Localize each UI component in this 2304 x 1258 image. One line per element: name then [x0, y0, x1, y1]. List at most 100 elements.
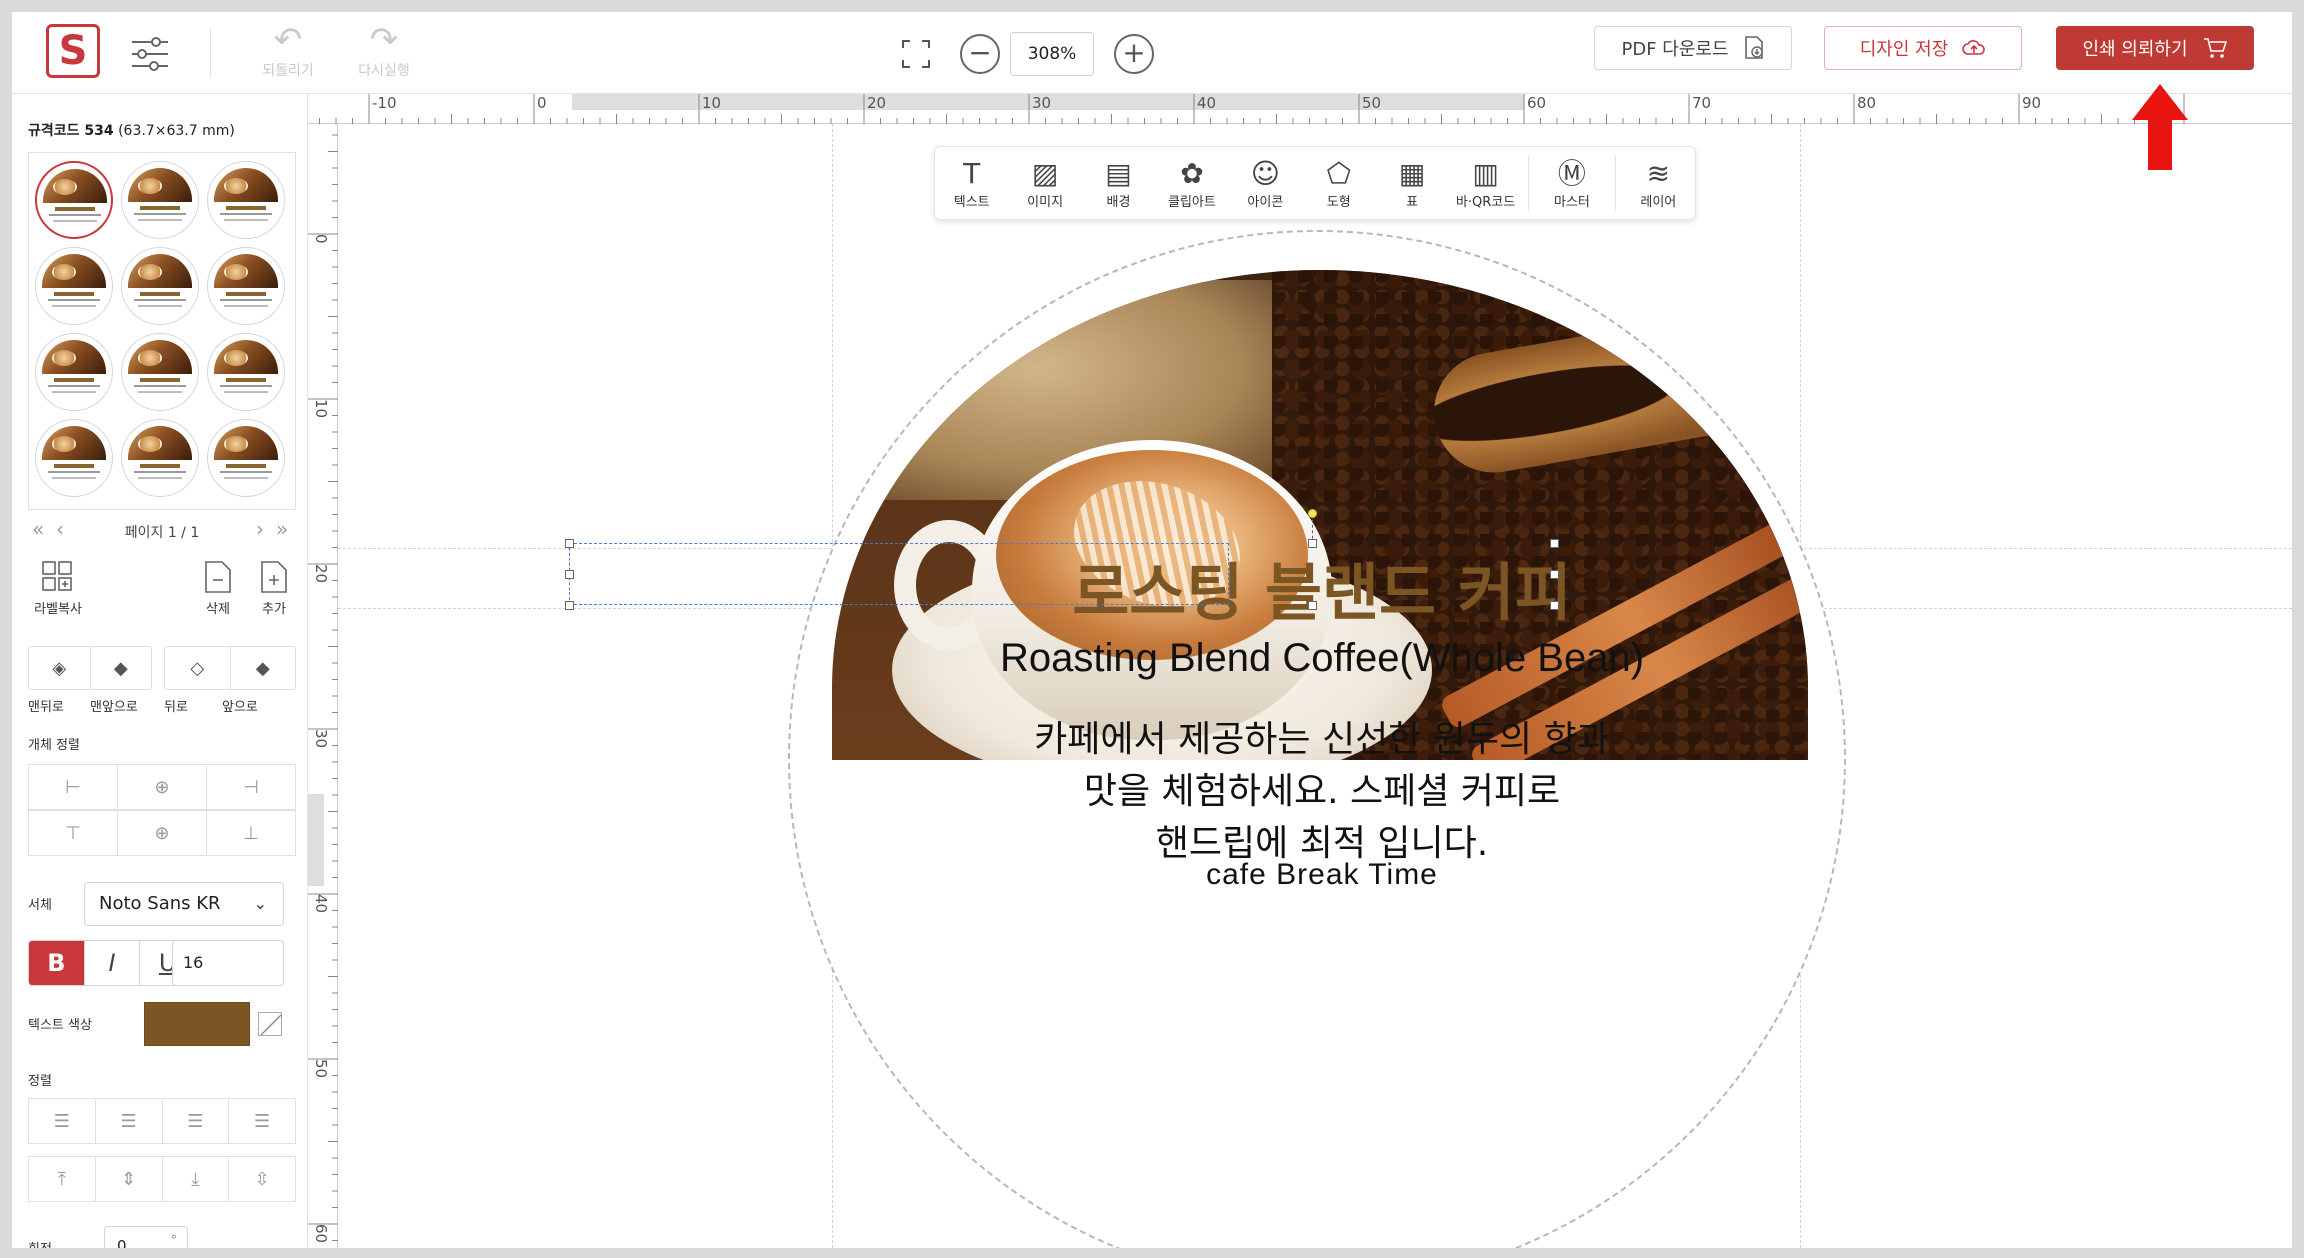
italic-button[interactable]: I [85, 941, 141, 985]
text-align-left-icon[interactable]: ☰ [29, 1099, 96, 1143]
arrange-group-step: ◇ ◆ [164, 646, 296, 690]
resize-handle[interactable] [1308, 539, 1317, 548]
sheet-label-thumbnail[interactable] [207, 419, 285, 497]
sheet-label-thumbnail[interactable] [121, 419, 199, 497]
image-icon: ▨ [1031, 157, 1059, 190]
zoom-out-button[interactable]: − [960, 34, 1000, 74]
send-to-back-icon[interactable]: ◈ [29, 647, 91, 689]
valign-bottom-icon[interactable]: ⤓ [163, 1157, 230, 1201]
selection-box [569, 543, 1229, 605]
next-page-icon[interactable]: › [256, 518, 264, 540]
resize-handle[interactable] [1550, 539, 1559, 548]
text-align-center-icon[interactable]: ☰ [96, 1099, 163, 1143]
sheet-label-thumbnail[interactable] [35, 333, 113, 411]
save-design-button[interactable]: 디자인 저장 [1824, 26, 2022, 70]
send-backward-label: 뒤로 [164, 700, 188, 715]
delete-label: 삭제 [206, 602, 230, 617]
object-align-row-2: ⊤ ⊕ ⊥ [28, 810, 296, 856]
align-left-icon[interactable]: ⊢ [29, 765, 118, 809]
ruler-tick-label: 70 [1692, 94, 1711, 112]
object-align-row-1: ⊢ ⊕ ⊣ [28, 764, 296, 810]
align-middle-v-icon[interactable]: ⊕ [118, 811, 207, 855]
no-color-icon[interactable] [258, 1012, 282, 1036]
delete-page-button[interactable]: 삭제 [194, 560, 242, 617]
align-center-h-icon[interactable]: ⊕ [118, 765, 207, 809]
valign-stretch-icon[interactable]: ⇳ [229, 1157, 295, 1201]
bring-forward-icon[interactable]: ◆ [231, 647, 296, 689]
valign-top-icon[interactable]: ⤒ [29, 1157, 96, 1201]
ruler-tick-label: 30 [312, 729, 330, 748]
sheet-label-thumbnail[interactable] [207, 247, 285, 325]
sheet-label-thumbnail[interactable] [207, 161, 285, 239]
resize-handle[interactable] [1308, 601, 1317, 610]
top-toolbar: S ↶ 되돌리기 ↷ 다시실행 − 308% + PDF 다운로드 디자인 저장… [12, 12, 2292, 94]
label-subtitle-text[interactable]: Roasting Blend Coffee(Whole Bean) [892, 634, 1752, 682]
label-brand-text[interactable]: cafe Break Time [892, 858, 1752, 892]
ruler-tick-label: 10 [702, 94, 721, 112]
sheet-label-thumbnail[interactable] [35, 161, 113, 239]
cart-icon [2203, 38, 2227, 58]
bold-button[interactable]: B [29, 941, 85, 985]
master-button[interactable]: Ⓜ 마스터 [1535, 147, 1608, 219]
app-logo[interactable]: S [46, 24, 100, 78]
pdf-download-button[interactable]: PDF 다운로드 [1594, 26, 1792, 70]
delete-page-icon [205, 561, 231, 593]
text-align-justify-icon[interactable]: ☰ [229, 1099, 295, 1143]
send-backward-icon[interactable]: ◇ [165, 647, 231, 689]
text-align-right-icon[interactable]: ☰ [163, 1099, 230, 1143]
label-sheet-preview[interactable] [28, 152, 296, 510]
text-color-swatch[interactable] [144, 1002, 250, 1046]
insert-shape-button[interactable]: ⬠ 도형 [1302, 147, 1375, 219]
insert-icon-button[interactable]: ☺ 아이콘 [1229, 147, 1302, 219]
design-canvas[interactable]: 로스팅 블랜드 커피 Roasting Blend Coffee(Whole B… [338, 124, 2292, 1248]
sheet-label-thumbnail[interactable] [121, 247, 199, 325]
copy-label-button[interactable]: 라벨복사 [28, 560, 88, 617]
sheet-label-thumbnail[interactable] [207, 333, 285, 411]
insert-clipart-button[interactable]: ✿ 클립아트 [1155, 147, 1228, 219]
insert-text-button[interactable]: T 텍스트 [935, 147, 1008, 219]
insert-table-button[interactable]: ▦ 표 [1375, 147, 1448, 219]
resize-handle[interactable] [1550, 601, 1559, 610]
bring-to-front-icon[interactable]: ◆ [91, 647, 152, 689]
zoom-in-button[interactable]: + [1114, 34, 1154, 74]
add-page-button[interactable]: 추가 [250, 560, 298, 617]
resize-handle[interactable] [565, 539, 574, 548]
settings-sliders-icon[interactable] [126, 30, 174, 78]
body-line: 맛을 체험하세요. 스페셜 커피로 [1083, 771, 1561, 812]
align-bottom-icon[interactable]: ⊥ [207, 811, 295, 855]
coffee-photo[interactable] [832, 270, 1808, 760]
insert-image-button[interactable]: ▨ 이미지 [1008, 147, 1081, 219]
label-body-text[interactable]: 카페에서 제공하는 신선한 원두의 향과 맛을 체험하세요. 스페셜 커피로 핸… [892, 714, 1752, 870]
align-top-icon[interactable]: ⊤ [29, 811, 118, 855]
copy-grid-icon [42, 561, 72, 591]
ruler-tick-label: 80 [1857, 94, 1876, 112]
insert-background-button[interactable]: ▤ 배경 [1082, 147, 1155, 219]
print-request-button[interactable]: 인쇄 의뢰하기 [2056, 26, 2254, 70]
sheet-label-thumbnail[interactable] [35, 419, 113, 497]
send-to-back-label: 맨뒤로 [28, 700, 64, 715]
page-navigator: « ‹ 페이지 1 / 1 › » [28, 518, 296, 544]
clipart-icon: ✿ [1180, 157, 1204, 190]
align-right-icon[interactable]: ⊣ [207, 765, 295, 809]
sheet-label-thumbnail[interactable] [121, 161, 199, 239]
resize-handle[interactable] [1550, 570, 1559, 579]
resize-handle[interactable] [565, 570, 574, 579]
font-family-value: Noto Sans KR [99, 893, 221, 914]
fit-screen-button[interactable] [896, 34, 936, 74]
redo-button[interactable]: ↷ 다시실행 [344, 20, 424, 88]
font-size-field[interactable]: 16 [172, 940, 284, 986]
resize-handle[interactable] [565, 601, 574, 610]
last-page-icon[interactable]: » [276, 518, 288, 540]
undo-button[interactable]: ↶ 되돌리기 [248, 20, 328, 88]
degree-unit: ° [171, 1233, 177, 1247]
sheet-label-thumbnail[interactable] [35, 247, 113, 325]
rotate-handle[interactable] [1308, 509, 1317, 518]
sheet-label-thumbnail[interactable] [121, 333, 199, 411]
layers-button[interactable]: ≋ 레이어 [1622, 147, 1695, 219]
insert-barcode-button[interactable]: ▥ 바·QR코드 [1449, 147, 1522, 219]
rotate-field[interactable]: 0 ° [104, 1226, 188, 1248]
zoom-level-field[interactable]: 308% [1010, 32, 1094, 76]
text-align-row: ☰ ☰ ☰ ☰ [28, 1098, 296, 1144]
valign-middle-icon[interactable]: ⇕ [96, 1157, 163, 1201]
font-family-select[interactable]: Noto Sans KR ⌄ [84, 882, 284, 926]
